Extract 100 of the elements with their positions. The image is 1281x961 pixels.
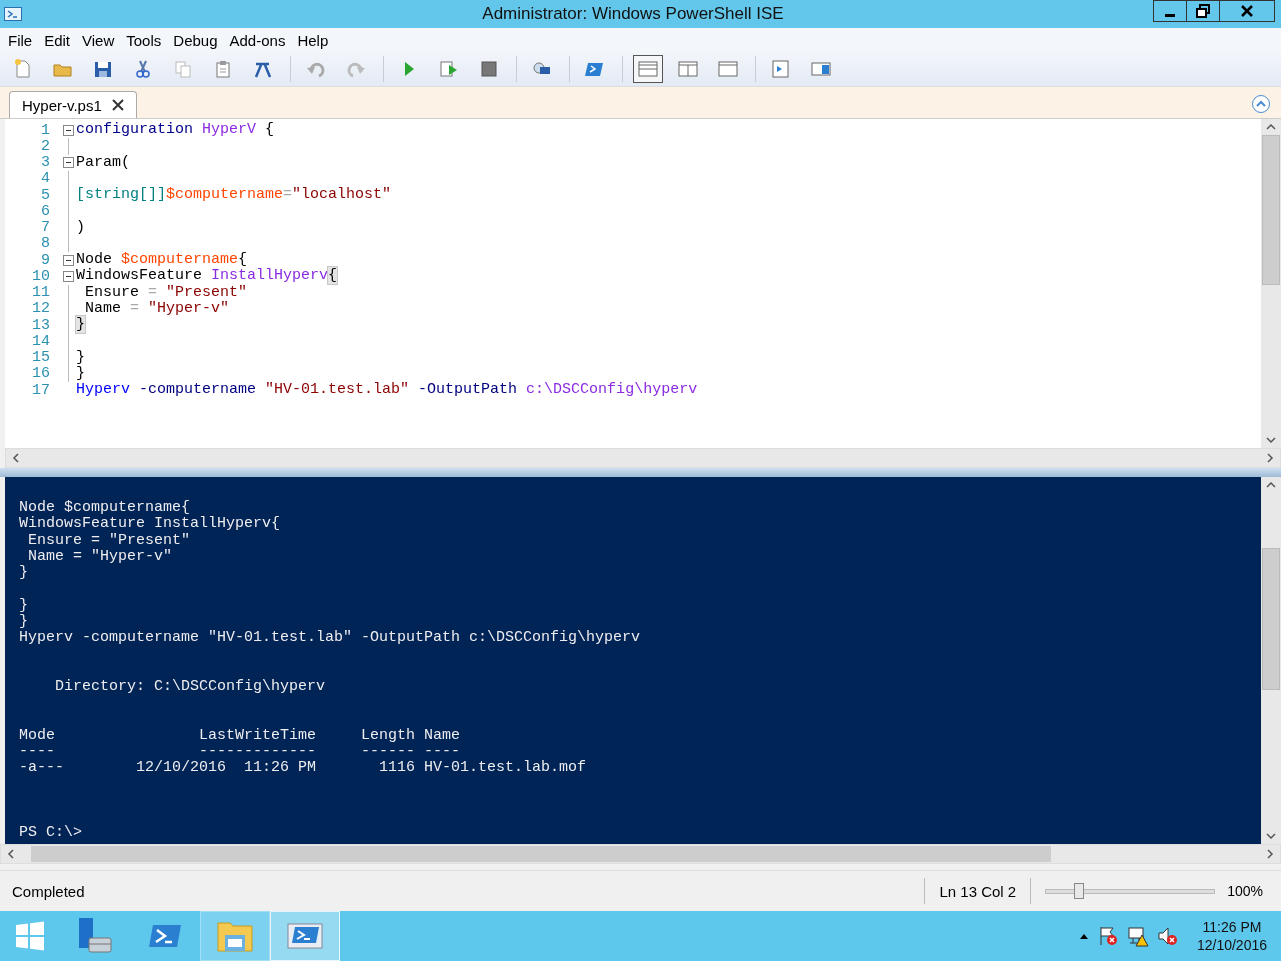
scroll-up-icon[interactable]: [1266, 123, 1276, 131]
console-line: Mode LastWriteTime Length Name: [19, 726, 461, 744]
line-number: 16: [31, 365, 50, 383]
save-icon: [92, 59, 114, 79]
script-tab[interactable]: Hyper-v.ps1: [9, 91, 137, 118]
console-line: }: [19, 564, 28, 581]
vertical-scrollbar[interactable]: [1261, 477, 1281, 844]
code-line: ): [76, 219, 85, 236]
clock[interactable]: 11:26 PM 12/10/2016: [1196, 919, 1267, 953]
scroll-down-icon[interactable]: [1266, 832, 1276, 840]
vertical-scrollbar[interactable]: [1261, 119, 1281, 448]
window-title: Administrator: Windows PowerShell ISE: [481, 4, 785, 24]
ise-taskbar-button[interactable]: [270, 911, 340, 961]
close-icon[interactable]: [111, 99, 124, 111]
script-max-icon: [717, 59, 739, 79]
code-line: Hyperv -computername "HV-01.test.lab" -OutputPath c:\DSCConfig\hyperv: [76, 382, 698, 399]
line-number: 9: [40, 251, 50, 269]
line-number: 1: [40, 121, 50, 139]
line-number: 12: [31, 300, 50, 318]
code-line: Node $computername{: [76, 252, 248, 269]
network-warning-icon[interactable]: [1126, 925, 1149, 947]
console-line: Node $computername{: [19, 499, 191, 516]
explorer-taskbar-button[interactable]: [200, 911, 270, 961]
scroll-thumb[interactable]: [1262, 135, 1280, 285]
powershell-icon: [4, 7, 22, 21]
code-line: }: [76, 349, 85, 366]
collapse-icon[interactable]: [63, 254, 74, 266]
code-line: configuration HyperV {: [76, 122, 275, 139]
line-number: 13: [31, 316, 50, 334]
menu-item[interactable]: File: [4, 31, 41, 49]
code-line: Name = "Hyper-v": [84, 300, 230, 317]
restore-icon: [1196, 4, 1210, 18]
script-top-icon: [637, 59, 659, 79]
zoom-slider[interactable]: [1045, 881, 1216, 901]
line-number: 7: [40, 219, 50, 237]
console-line: PS C:\>: [19, 824, 82, 841]
console-line: Ensure = "Present": [27, 531, 191, 549]
menu-item[interactable]: Debug: [169, 31, 226, 49]
collapse-icon[interactable]: [63, 270, 74, 282]
code-line: Param(: [76, 154, 130, 171]
console-line: Name = "Hyper-v": [27, 547, 173, 565]
horizontal-scrollbar[interactable]: [0, 844, 1281, 864]
windows-logo-icon: [14, 920, 46, 952]
scroll-left-icon[interactable]: [7, 849, 15, 859]
collapse-icon[interactable]: [63, 157, 74, 169]
scroll-up-icon[interactable]: [1266, 481, 1276, 489]
stop-icon: [478, 59, 500, 79]
console-line: WindowsFeature InstallHyperv{: [19, 515, 281, 533]
code-line: [string[]]$computername="localhost": [76, 187, 392, 204]
console-line: Hyperv -computername "HV-01.test.lab" -OutputPath c:\DSCConfig\hyperv: [19, 629, 641, 646]
menu-item[interactable]: Edit: [40, 31, 79, 49]
close-icon: [1240, 4, 1254, 18]
line-number: 10: [31, 267, 50, 285]
scroll-right-icon[interactable]: [1266, 453, 1274, 463]
menu-item[interactable]: View: [78, 31, 123, 49]
clock-date: 12/10/2016: [1196, 937, 1267, 953]
slider-thumb[interactable]: [1074, 883, 1085, 899]
console-line: }: [19, 612, 28, 630]
restore-button[interactable]: [1186, 0, 1220, 22]
code-line: Ensure = "Present": [84, 284, 248, 301]
horizontal-scrollbar[interactable]: [5, 448, 1281, 468]
close-button[interactable]: [1219, 0, 1275, 22]
show-hidden-icons-icon[interactable]: [1078, 932, 1089, 940]
line-number: 2: [40, 137, 50, 155]
script-top-button[interactable]: [633, 55, 663, 83]
status-message: Completed: [11, 882, 86, 900]
console-line: -a--- 12/10/2016 11:26 PM 1116 HV-01.test.lab.mof: [19, 759, 587, 776]
line-number: 8: [40, 235, 50, 253]
scroll-left-icon[interactable]: [12, 453, 20, 463]
console-line: ---- ------------- ------ ----: [19, 742, 461, 760]
zoom-level: 100%: [1227, 883, 1263, 899]
minimize-icon: [1165, 13, 1175, 17]
line-number: 15: [31, 349, 50, 367]
collapse-icon[interactable]: [63, 124, 74, 136]
code-line: }: [76, 365, 85, 382]
console-line: Directory: C:\DSCConfig\hyperv: [54, 677, 326, 695]
scroll-thumb[interactable]: [31, 846, 1051, 862]
code-line: WindowsFeature InstallHyperv{: [76, 268, 338, 285]
show-pane-icon: [770, 59, 792, 79]
menu-item[interactable]: Help: [293, 31, 337, 49]
show-console-icon: [810, 59, 832, 79]
scroll-right-icon[interactable]: [1266, 849, 1274, 859]
speaker-muted-icon[interactable]: [1156, 925, 1179, 947]
menu-item[interactable]: Add-ons: [225, 31, 294, 49]
clock-time: 11:26 PM: [1202, 919, 1262, 935]
menu-item[interactable]: Tools: [122, 31, 170, 49]
copy-icon: [172, 59, 194, 79]
line-number: 5: [40, 186, 50, 204]
line-number: 4: [40, 170, 50, 188]
scroll-down-icon[interactable]: [1266, 436, 1276, 444]
console-line: }: [19, 596, 28, 614]
line-number: 3: [40, 154, 50, 172]
line-number: 11: [31, 284, 50, 302]
minimize-button[interactable]: [1153, 0, 1187, 22]
script-right-icon: [677, 59, 699, 79]
cursor-position: Ln 13 Col 2: [939, 882, 1017, 900]
line-number: 17: [31, 381, 50, 399]
scroll-thumb[interactable]: [1262, 548, 1280, 690]
line-number: 6: [40, 202, 50, 220]
line-number: 14: [31, 332, 50, 350]
